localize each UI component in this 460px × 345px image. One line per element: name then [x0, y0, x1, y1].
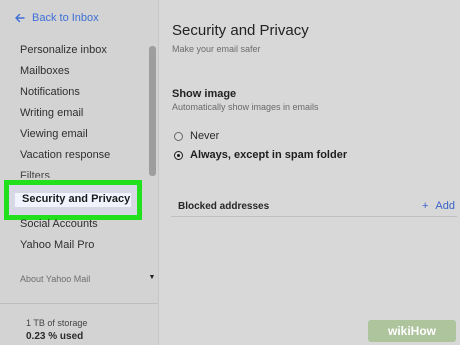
add-label: Add [435, 200, 455, 212]
nav-item-personalize-inbox[interactable]: Personalize inbox [0, 40, 148, 61]
add-blocked-address-button[interactable]: + Add [422, 200, 455, 212]
storage-usage: 0.23 % used [26, 331, 84, 342]
settings-nav: Personalize inbox Mailboxes Notification… [0, 40, 148, 178]
nav-item-vacation-response[interactable]: Vacation response [0, 145, 148, 166]
scroll-down-arrow-icon[interactable]: ▼ [148, 274, 156, 281]
back-to-inbox-label: Back to Inbox [32, 12, 99, 24]
page-title: Security and Privacy [172, 22, 309, 39]
nav-item-filters[interactable]: Filters [0, 166, 148, 178]
blocked-addresses-label: Blocked addresses [178, 201, 270, 212]
back-arrow-icon [15, 13, 25, 23]
radio-always[interactable] [174, 150, 183, 160]
nav-item-security-and-privacy[interactable]: Security and Privacy [22, 193, 130, 205]
sidebar-divider [0, 303, 158, 304]
page-subtitle: Make your email safer [172, 44, 261, 54]
radio-never-label: Never [190, 130, 220, 142]
back-to-inbox-link[interactable]: Back to Inbox [14, 12, 99, 24]
about-yahoo-mail-link[interactable]: About Yahoo Mail [20, 274, 90, 284]
nav-item-mailboxes[interactable]: Mailboxes [0, 61, 148, 82]
radio-always-label: Always, except in spam folder [190, 149, 348, 161]
settings-sidebar: Back to Inbox Personalize inbox Mailboxe… [0, 0, 158, 345]
plus-icon: + [421, 200, 429, 212]
radio-option-always[interactable]: Always, except in spam folder [174, 149, 347, 161]
show-image-title: Show image [172, 88, 237, 100]
nav-item-yahoo-mail-pro[interactable]: Yahoo Mail Pro [0, 235, 148, 256]
radio-never[interactable] [174, 131, 183, 141]
radio-option-never[interactable]: Never [174, 130, 219, 142]
nav-item-notifications[interactable]: Notifications [0, 82, 148, 103]
settings-nav-lower: Social Accounts Yahoo Mail Pro [0, 214, 148, 256]
nav-item-social-accounts[interactable]: Social Accounts [0, 214, 148, 235]
show-image-subtitle: Automatically show images in emails [172, 102, 319, 112]
nav-item-writing-email[interactable]: Writing email [0, 103, 148, 124]
nav-item-viewing-email[interactable]: Viewing email [0, 124, 148, 145]
wikihow-watermark: wikiHow [368, 320, 456, 342]
blocked-addresses-row: Blocked addresses + Add [171, 200, 457, 217]
storage-capacity: 1 TB of storage [26, 318, 88, 328]
sidebar-scrollbar-thumb[interactable] [149, 46, 156, 176]
settings-panel: Security and Privacy Make your email saf… [159, 0, 460, 345]
